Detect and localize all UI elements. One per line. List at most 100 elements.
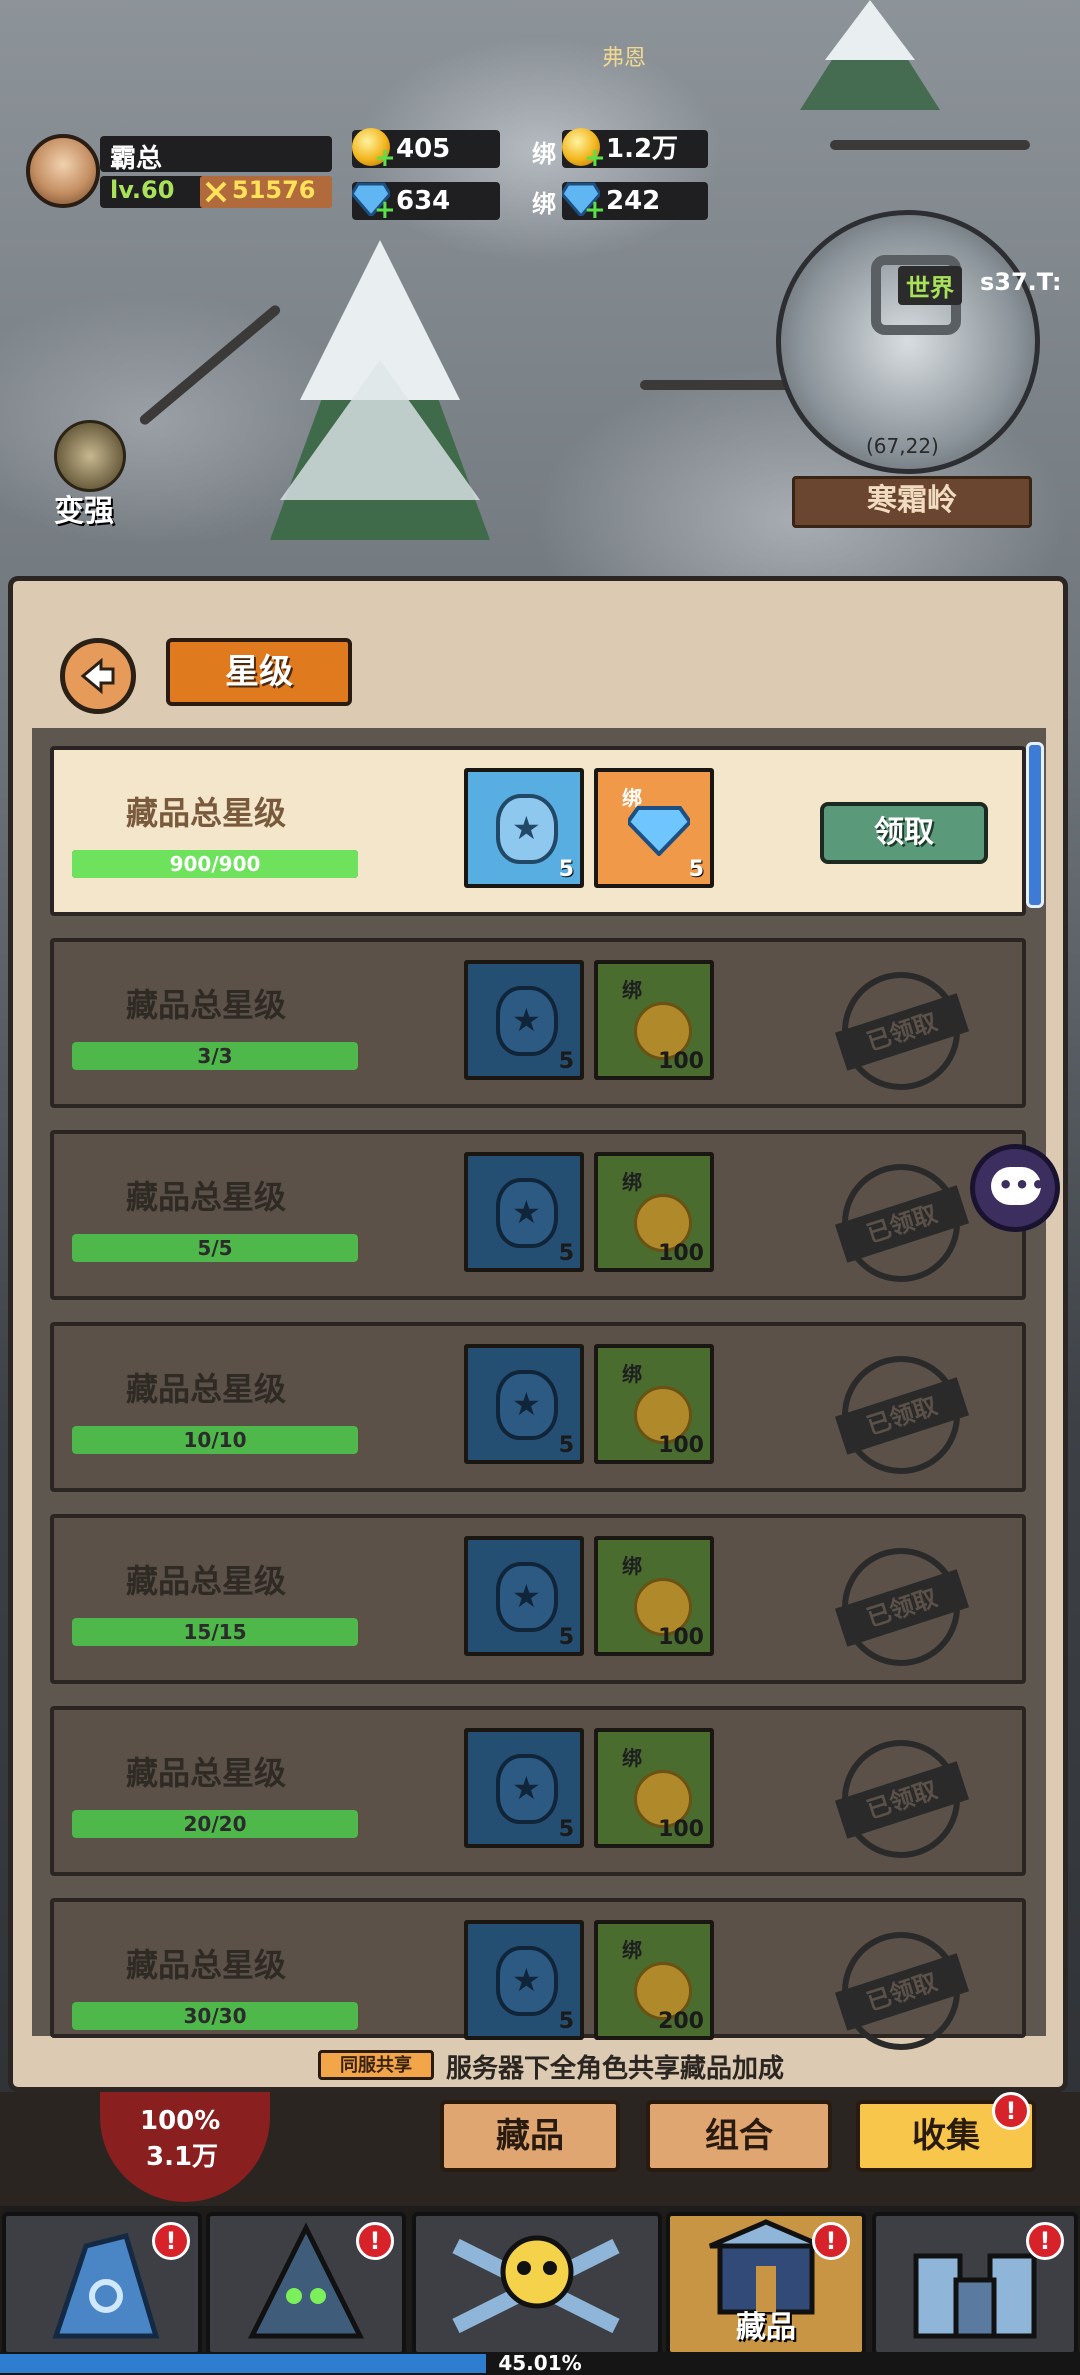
reward-qty: 5 (558, 857, 574, 882)
row-title: 藏品总星级 (126, 1178, 287, 1216)
add-bound-gem-icon[interactable]: + (584, 197, 606, 223)
subtab-combo[interactable]: 组合 (646, 2100, 832, 2172)
player-name: 霸总 (110, 144, 163, 174)
claimed-stamp-text: 已领取 (834, 1761, 970, 1839)
reward-star-stone[interactable]: ★ 5 (464, 1536, 584, 1656)
add-gem-icon[interactable]: + (374, 197, 396, 223)
reward-bound-gold[interactable]: 绑 100 (594, 1728, 714, 1848)
reward-row: 藏品总星级 900/900 ★ 5 绑 5 领取 (50, 746, 1026, 916)
star-icon: ★ (512, 1385, 541, 1423)
progress-bar: 5/5 (72, 1234, 358, 1262)
claimed-stamp-text: 已领取 (834, 1569, 970, 1647)
list-scrollbar[interactable] (1026, 742, 1044, 908)
star-stone-icon: ★ (496, 986, 558, 1056)
claimed-stamp-text: 已领取 (834, 1377, 970, 1455)
add-bound-gold-icon[interactable]: + (584, 145, 606, 171)
claim-button[interactable]: 领取 (820, 802, 988, 864)
add-gold-icon[interactable]: + (374, 145, 396, 171)
nav-rune[interactable]: ! (2, 2212, 202, 2356)
star-icon: ★ (512, 1961, 541, 1999)
claimed-stamp: 已领取 (834, 1356, 970, 1474)
reward-row: 藏品总星级 20/20 ★ 5 绑 100 已领取 (50, 1706, 1026, 1876)
tab-star-level[interactable]: 星级 (166, 638, 352, 706)
player-avatar[interactable] (26, 134, 100, 208)
progress-bar: 20/20 (72, 1810, 358, 1838)
bound-tag: 绑 (622, 1746, 642, 1770)
nav-hero[interactable] (412, 2212, 662, 2356)
skull-warrior-icon (452, 2235, 620, 2334)
progress-bar: 30/30 (72, 2002, 358, 2030)
map-server-label: s37.T: (980, 268, 1062, 296)
reward-star-stone[interactable]: ★ 5 (464, 768, 584, 888)
nav-collection[interactable]: 藏品 ! (666, 2212, 866, 2356)
map-coordinates: (67,22) (866, 434, 939, 458)
reward-qty: 5 (558, 1433, 574, 1458)
chat-button[interactable]: ••• (970, 1144, 1060, 1232)
nav-castle[interactable]: ! (872, 2212, 1078, 2356)
reward-qty: 100 (658, 1625, 704, 1650)
claimed-stamp: 已领取 (834, 1740, 970, 1858)
nav-mage[interactable]: ! (206, 2212, 406, 2356)
reward-qty: 5 (558, 1049, 574, 1074)
gather-alert-icon: ! (992, 2092, 1030, 2130)
nav-mage-alert-icon: ! (356, 2222, 394, 2260)
strengthen-icon (54, 420, 126, 492)
player-level: lv.60 (110, 176, 175, 204)
progress-text: 10/10 (183, 1428, 247, 1452)
hp-percent: 100% (140, 2106, 221, 2136)
star-stone-icon: ★ (496, 794, 558, 864)
reward-star-stone[interactable]: ★ 5 (464, 960, 584, 1080)
gem-counter[interactable]: + 634 (352, 182, 500, 223)
nav-castle-alert-icon: ! (1026, 2222, 1064, 2260)
gold-value: 405 (396, 134, 451, 164)
claimed-stamp-text: 已领取 (834, 1185, 970, 1263)
bound-tag: 绑 (622, 978, 642, 1002)
reward-bound-gold[interactable]: 绑 100 (594, 1344, 714, 1464)
reward-star-stone[interactable]: ★ 5 (464, 1152, 584, 1272)
reward-star-stone[interactable]: ★ 5 (464, 1344, 584, 1464)
reward-qty: 5 (558, 2009, 574, 2034)
row-title: 藏品总星级 (126, 1562, 287, 1600)
reward-qty: 100 (658, 1241, 704, 1266)
star-icon: ★ (512, 1577, 541, 1615)
back-button[interactable] (60, 638, 136, 714)
reward-qty: 5 (558, 1241, 574, 1266)
gem-value: 634 (396, 186, 451, 216)
claimed-stamp-text: 已领取 (834, 1953, 970, 2031)
row-title: 藏品总星级 (126, 794, 287, 832)
map-channel-world[interactable]: 世界 (898, 266, 962, 305)
npc-name[interactable]: 弗恩 (602, 40, 646, 72)
reward-bound-gold[interactable]: 绑 100 (594, 1536, 714, 1656)
claimed-stamp-text: 已领取 (834, 993, 970, 1071)
reward-bound-gold[interactable]: 绑 100 (594, 960, 714, 1080)
reward-star-stone[interactable]: ★ 5 (464, 1920, 584, 2040)
diamond-icon (628, 806, 690, 856)
bound-gold-value: 1.2万 (606, 134, 679, 164)
nav-collection-label: 藏品 (736, 2310, 796, 2345)
claimed-stamp: 已领取 (834, 1164, 970, 1282)
nav-collection-alert-icon: ! (812, 2222, 850, 2260)
progress-bar: 10/10 (72, 1426, 358, 1454)
map-location-label[interactable]: 寒霜岭 (792, 476, 1032, 528)
chat-dots: ••• (998, 1171, 1048, 1199)
claimed-stamp: 已领取 (834, 1932, 970, 2050)
reward-row: 藏品总星级 5/5 ★ 5 绑 100 已领取 (50, 1130, 1026, 1300)
bound-gold-counter[interactable]: + 1.2万 (562, 128, 708, 171)
bound-tag: 绑 (532, 190, 556, 218)
gold-counter[interactable]: + 405 (352, 128, 500, 171)
nav-rune-alert-icon: ! (152, 2222, 190, 2260)
strengthen-button[interactable]: 变强 (40, 420, 140, 530)
reward-bound-gold[interactable]: 绑 100 (594, 1152, 714, 1272)
subtab-collection[interactable]: 藏品 (440, 2100, 620, 2172)
star-icon: ★ (512, 809, 541, 847)
star-stone-icon: ★ (496, 1370, 558, 1440)
bound-tag: 绑 (622, 1938, 642, 1962)
server-share-tag: 同服共享 (318, 2050, 434, 2080)
bound-gem-counter[interactable]: + 242 (562, 182, 708, 223)
reward-bound-gold[interactable]: 绑 200 (594, 1920, 714, 2040)
bound-gem-value: 242 (606, 186, 661, 216)
reward-star-stone[interactable]: ★ 5 (464, 1728, 584, 1848)
reward-bound-diamond[interactable]: 绑5 (594, 768, 714, 888)
snow-tree-decoration (270, 240, 490, 540)
progress-text: 3/3 (197, 1044, 233, 1068)
